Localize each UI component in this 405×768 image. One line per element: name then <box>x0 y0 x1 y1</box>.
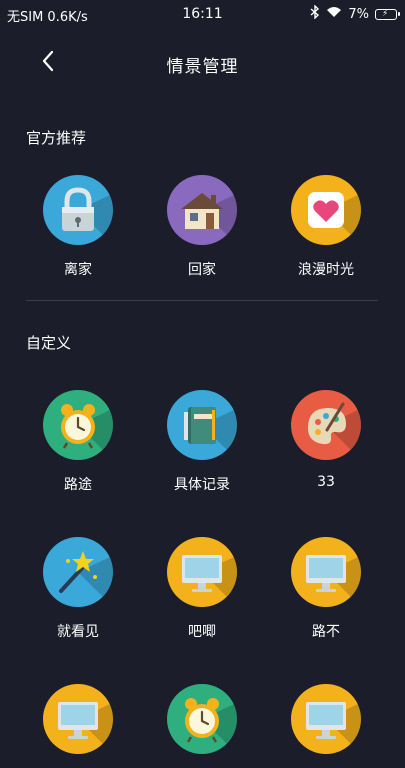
official-scene-1[interactable]: 回家 <box>140 175 264 279</box>
monitor-icon <box>43 684 113 754</box>
status-bar: 无SIM 0.6K/s 16:11 7% ⚡ <box>0 0 405 28</box>
house-icon <box>167 175 237 245</box>
wifi-icon <box>326 6 342 22</box>
scene-label: 浪漫时光 <box>298 262 354 278</box>
scene-label: 具体记录 <box>174 477 230 493</box>
lock-icon <box>43 175 113 245</box>
custom-scene-6[interactable] <box>16 684 140 768</box>
status-icons: 7% ⚡ <box>310 4 400 23</box>
custom-scene-3[interactable]: 就看见 <box>16 537 140 641</box>
custom-scene-1[interactable]: 具体记录 <box>140 390 264 494</box>
official-scene-2[interactable]: 浪漫时光 <box>264 175 388 279</box>
alarm-clock-icon <box>43 390 113 460</box>
page-title: 情景管理 <box>166 57 239 77</box>
custom-scene-0[interactable]: 路途 <box>16 390 140 494</box>
bluetooth-icon <box>310 4 320 23</box>
heart-icon <box>291 175 361 245</box>
monitor-icon <box>291 537 361 607</box>
alarm-clock-icon <box>167 684 237 754</box>
custom-scene-7[interactable] <box>140 684 264 768</box>
scene-label: 回家 <box>188 262 216 278</box>
notebook-icon <box>167 390 237 460</box>
magic-wand-icon <box>43 537 113 607</box>
section-custom-title: 自定义 <box>26 334 72 352</box>
scene-label: 路不 <box>312 624 340 640</box>
battery-percent: 7% <box>348 6 369 22</box>
scene-label: 就看见 <box>57 624 99 640</box>
scene-label: 路途 <box>64 477 92 493</box>
battery-icon: ⚡ <box>375 8 400 20</box>
divider <box>26 300 378 301</box>
monitor-icon <box>291 684 361 754</box>
official-scene-0[interactable]: 离家 <box>16 175 140 279</box>
header: 情景管理 <box>0 40 405 84</box>
custom-scene-2[interactable]: 33 <box>264 390 388 490</box>
scene-label: 离家 <box>64 262 92 278</box>
scene-label: 吧唧 <box>188 624 216 640</box>
scene-label: 33 <box>317 474 335 490</box>
custom-scene-5[interactable]: 路不 <box>264 537 388 641</box>
custom-scene-8[interactable] <box>264 684 388 768</box>
palette-icon <box>291 390 361 460</box>
section-official-title: 官方推荐 <box>26 129 87 147</box>
monitor-icon <box>167 537 237 607</box>
custom-scene-4[interactable]: 吧唧 <box>140 537 264 641</box>
